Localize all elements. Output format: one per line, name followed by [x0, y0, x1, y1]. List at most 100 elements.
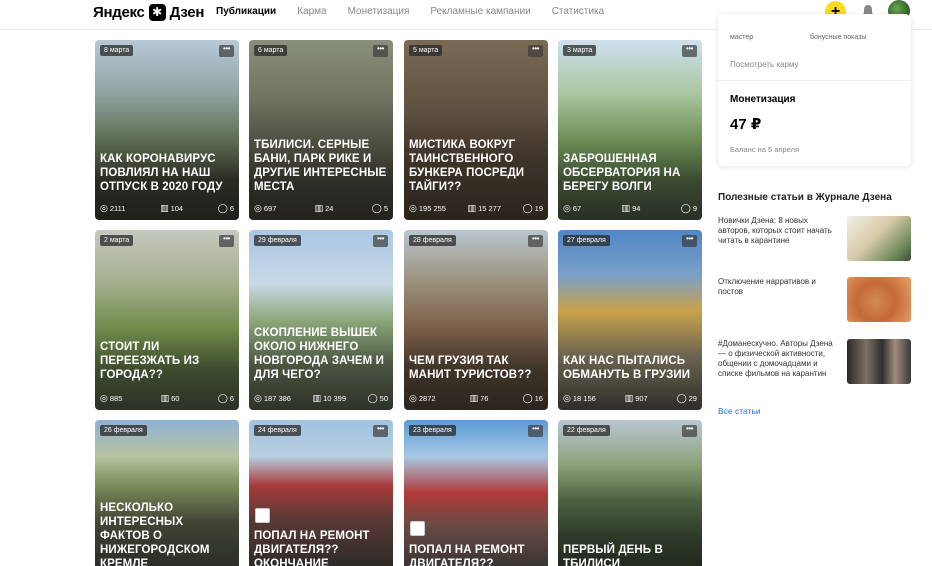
- comments-stat: ◯ 5: [372, 203, 388, 214]
- article-card[interactable]: 28 февраля ••• Чем Грузия так манит тури…: [404, 230, 548, 410]
- reads-book-icon: ▥: [160, 203, 169, 213]
- comments-stat: ◯ 29: [677, 393, 697, 404]
- balance-note: Баланс на 5 апреля: [730, 145, 800, 154]
- views-stat: ◎ 885: [100, 393, 122, 404]
- article-title: Скопление вышек около Нижнего Новгорода …: [254, 327, 384, 381]
- more-options-icon[interactable]: •••: [528, 45, 543, 57]
- article-card[interactable]: 3 марта ••• Заброшенная обсерватория на …: [558, 40, 702, 220]
- comments-count: 6: [229, 394, 234, 403]
- more-options-icon[interactable]: •••: [682, 45, 697, 57]
- reads-book-icon: ▥: [621, 203, 631, 213]
- date-badge: 3 марта: [563, 45, 597, 56]
- reads-count: 907: [635, 394, 648, 403]
- reads-count: 104: [170, 204, 184, 213]
- reads-stat: ▥ 60: [161, 393, 180, 404]
- article-title: Первый день в Тбилиси: [563, 544, 663, 566]
- more-options-icon[interactable]: •••: [528, 235, 543, 247]
- nav-karma[interactable]: Карма: [297, 6, 326, 17]
- date-badge: 26 февраля: [100, 425, 147, 436]
- all-articles-link[interactable]: Все статьи: [718, 406, 761, 416]
- comments-count: 9: [692, 204, 697, 213]
- article-stats: ◎ 697 ▥ 24 ◯ 5: [254, 203, 388, 214]
- reads-book-icon: ▥: [469, 393, 479, 403]
- more-options-icon[interactable]: •••: [373, 235, 388, 247]
- article-card[interactable]: 26 февраля Несколько интересных фактов о…: [95, 420, 239, 566]
- divider: [718, 80, 911, 81]
- view-karma-link[interactable]: Посмотреть карму: [730, 60, 799, 69]
- reads-book-icon: ▥: [160, 393, 170, 403]
- views-count: 2872: [418, 394, 436, 403]
- more-options-icon[interactable]: •••: [682, 425, 697, 437]
- comments-icon: ◯: [522, 393, 533, 403]
- article-title: Заброшенная обсерватория на берегу Волги: [563, 153, 681, 193]
- reads-stat: ▥ 10 399: [313, 393, 346, 404]
- article-stats: ◎ 2111 ▥ 104 ◯ 6: [100, 203, 234, 214]
- date-badge: 27 февраля: [563, 235, 610, 246]
- reads-stat: ▥ 15 277: [468, 203, 501, 214]
- reads-count: 60: [171, 394, 180, 403]
- article-card[interactable]: 2 марта ••• Стоит ли переезжать из город…: [95, 230, 239, 410]
- article-card[interactable]: 5 марта ••• Мистика вокруг таинственного…: [404, 40, 548, 220]
- date-badge: 29 февраля: [254, 235, 301, 246]
- reads-count: 94: [632, 204, 641, 213]
- reads-book-icon: ▥: [312, 393, 322, 403]
- views-stat: ◎ 195 255: [409, 203, 446, 214]
- journal-thumbnail: [847, 216, 911, 261]
- more-options-icon[interactable]: •••: [219, 45, 234, 57]
- comments-count: 16: [534, 394, 543, 403]
- article-card[interactable]: 23 февраля ••• Попал на ремонт двигателя…: [404, 420, 548, 566]
- nav-monetization[interactable]: Монетизация: [348, 6, 410, 17]
- article-card[interactable]: 6 марта ••• Тбилиси. Серные бани, парк Р…: [249, 40, 393, 220]
- more-options-icon[interactable]: •••: [373, 425, 388, 437]
- reads-stat: ▥ 76: [470, 393, 489, 404]
- more-options-icon[interactable]: •••: [373, 45, 388, 57]
- comments-stat: ◯ 6: [218, 203, 234, 214]
- select-checkbox[interactable]: [410, 521, 425, 536]
- yandex-zen-logo[interactable]: Яндекс ✱ Дзен: [93, 2, 204, 22]
- comments-icon: ◯: [371, 203, 382, 213]
- views-count: 885: [109, 394, 123, 403]
- date-badge: 8 марта: [100, 45, 134, 56]
- comments-icon: ◯: [522, 203, 533, 213]
- karma-monetization-panel: мастер бонусные показы Посмотреть карму …: [718, 14, 911, 166]
- article-stats: ◎ 18 156 ▥ 907 ◯ 29: [563, 393, 697, 404]
- views-icon: ◎: [254, 203, 262, 213]
- views-count: 2111: [109, 204, 126, 213]
- select-checkbox[interactable]: [255, 508, 270, 523]
- nav-publications[interactable]: Публикации: [216, 6, 276, 17]
- article-card[interactable]: 8 марта ••• Как коронавирус повлиял на н…: [95, 40, 239, 220]
- article-stats: ◎ 2872 ▥ 76 ◯ 16: [409, 393, 543, 404]
- views-count: 67: [572, 204, 582, 213]
- reads-count: 24: [325, 204, 334, 213]
- date-badge: 2 марта: [100, 235, 134, 246]
- monetization-balance: 47 ₽: [730, 116, 762, 133]
- nav-statistics[interactable]: Статистика: [552, 6, 605, 17]
- karma-label-master: мастер: [730, 34, 754, 41]
- article-card[interactable]: 27 февраля ••• Как нас пытались обмануть…: [558, 230, 702, 410]
- views-stat: ◎ 2872: [409, 393, 436, 404]
- more-options-icon[interactable]: •••: [528, 425, 543, 437]
- comments-count: 19: [534, 204, 543, 213]
- article-card[interactable]: 22 февраля ••• Первый день в Тбилиси: [558, 420, 702, 566]
- views-stat: ◎ 18 156: [563, 393, 596, 404]
- article-title: Тбилиси. Серные бани, парк Рике и другие…: [254, 139, 387, 193]
- journal-thumbnail: [847, 339, 911, 384]
- more-options-icon[interactable]: •••: [682, 235, 697, 247]
- comments-count: 29: [688, 394, 697, 403]
- views-stat: ◎ 697: [254, 203, 276, 214]
- comments-icon: ◯: [676, 393, 687, 403]
- date-badge: 28 февраля: [409, 235, 456, 246]
- views-count: 187 386: [263, 394, 291, 403]
- comments-icon: ◯: [217, 393, 228, 403]
- reads-book-icon: ▥: [467, 203, 477, 213]
- article-card[interactable]: 29 февраля ••• Скопление вышек около Ниж…: [249, 230, 393, 410]
- views-count: 195 255: [418, 204, 446, 213]
- article-title: Несколько интересных фактов о Нижегородс…: [100, 502, 210, 566]
- journal-thumbnail: [847, 277, 911, 322]
- main-nav: Публикации Карма Монетизация Рекламные к…: [216, 6, 625, 17]
- article-card[interactable]: 24 февраля ••• Попал на ремонт двигателя…: [249, 420, 393, 566]
- nav-ad-campaigns[interactable]: Рекламные кампании: [430, 6, 530, 17]
- reads-count: 76: [480, 394, 489, 403]
- article-title: Попал на ремонт двигателя?? Окончание: [254, 530, 370, 566]
- more-options-icon[interactable]: •••: [219, 235, 234, 247]
